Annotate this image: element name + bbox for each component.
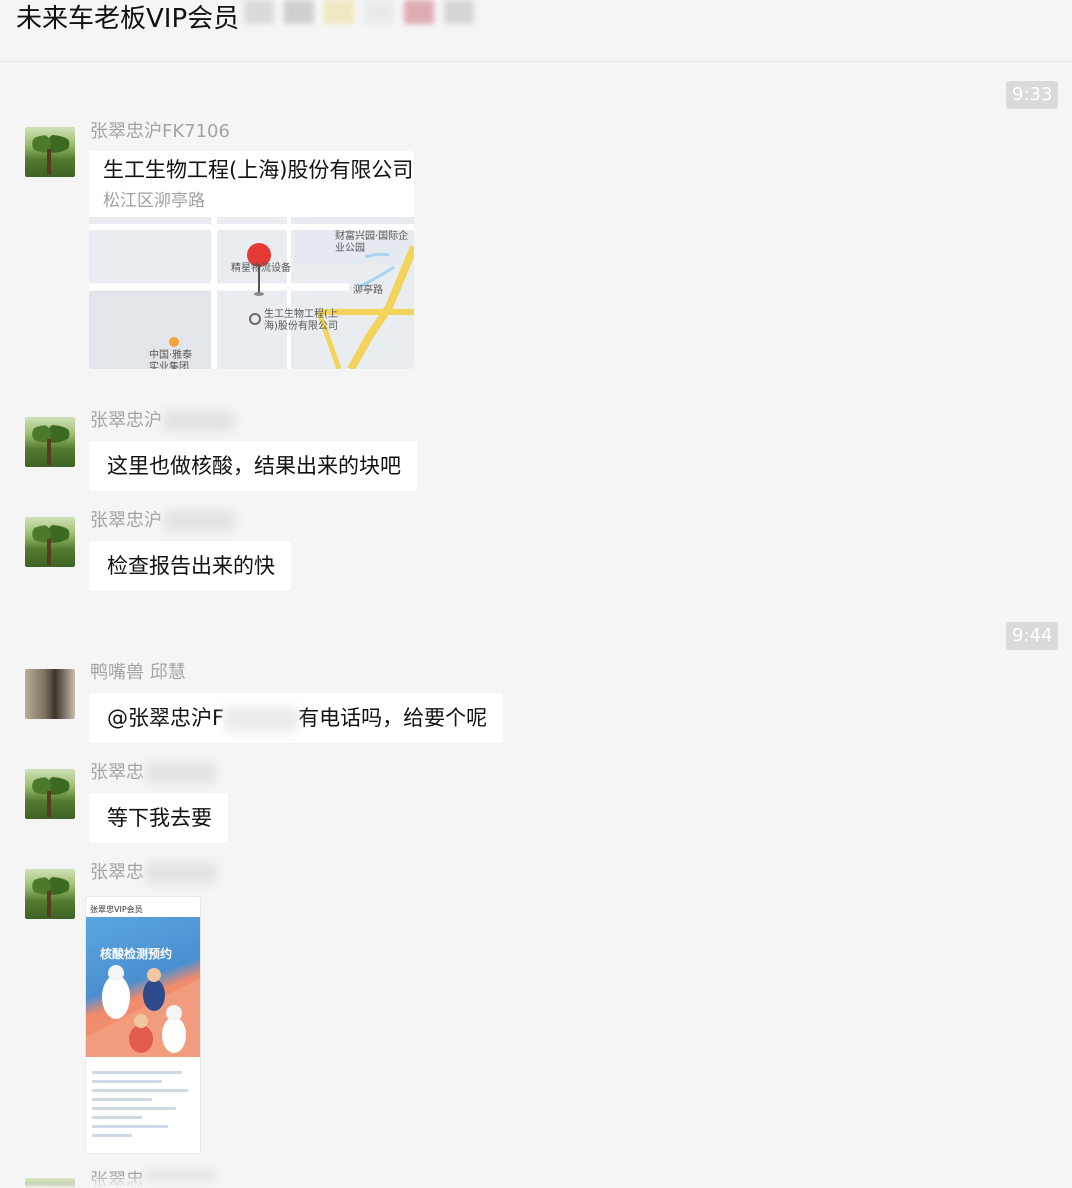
sender-name: 张翠忠沪 bbox=[90, 410, 234, 432]
timestamp: 9:33 bbox=[1006, 81, 1059, 109]
chat-title-bar: 未来车老板VIP会员 bbox=[0, 0, 1072, 62]
avatar[interactable] bbox=[25, 869, 75, 919]
location-map: 财富兴园·国际企业公园 精星物流设备 泖亭路 生工生物工程(上海)股份有限公司 … bbox=[89, 217, 414, 369]
scroll-fade bbox=[0, 1174, 1072, 1188]
location-card[interactable]: 生工生物工程(上海)股份有限公司 松江区泖亭路 财富兴园·国际企业公园 精星物流… bbox=[89, 151, 414, 369]
avatar[interactable] bbox=[25, 669, 75, 719]
message-bubble[interactable]: @张翠忠沪F 有电话吗，给要个呢 bbox=[89, 693, 504, 743]
message-bubble[interactable]: 等下我去要 bbox=[89, 793, 228, 843]
map-label: 财富兴园·国际企业公园 bbox=[335, 231, 409, 254]
message-text: 有电话吗，给要个呢 bbox=[298, 706, 488, 730]
image-banner: 核酸检测预约 bbox=[86, 917, 200, 1057]
avatar[interactable] bbox=[25, 769, 75, 819]
map-label: 中国·雅泰实业集团 bbox=[149, 350, 193, 369]
sender-name: 鸭嘴兽 邱慧 bbox=[90, 662, 186, 683]
location-title: 生工生物工程(上海)股份有限公司 bbox=[103, 158, 414, 182]
image-header-text: 张翠忠VIP会员 bbox=[90, 905, 143, 914]
mention-text: @张翠忠沪F bbox=[107, 706, 225, 730]
redaction bbox=[224, 706, 299, 732]
sender-name: 张翠忠沪 bbox=[90, 510, 234, 532]
image-message[interactable]: 张翠忠VIP会员 核酸检测预约 bbox=[85, 896, 201, 1154]
redaction bbox=[164, 411, 234, 431]
message-bubble[interactable]: 这里也做核酸，结果出来的块吧 bbox=[89, 441, 417, 491]
chat-title: 未来车老板VIP会员 bbox=[16, 4, 240, 34]
avatar[interactable] bbox=[25, 517, 75, 567]
banner-illustration bbox=[86, 965, 200, 1057]
image-form bbox=[92, 1065, 196, 1143]
avatar[interactable] bbox=[25, 127, 75, 177]
redaction bbox=[146, 863, 216, 883]
sender-name: 张翠忠 bbox=[90, 762, 216, 784]
title-redaction bbox=[244, 0, 484, 26]
timestamp: 9:44 bbox=[1006, 622, 1059, 650]
redaction bbox=[146, 763, 216, 783]
avatar[interactable] bbox=[25, 417, 75, 467]
message-bubble[interactable]: 检查报告出来的快 bbox=[89, 541, 291, 591]
map-label: 精星物流设备 bbox=[231, 263, 291, 274]
redaction bbox=[164, 511, 234, 531]
location-address: 松江区泖亭路 bbox=[103, 191, 205, 211]
map-label: 泖亭路 bbox=[353, 285, 383, 296]
sender-name: 张翠忠 bbox=[90, 862, 216, 884]
sender-name: 张翠忠沪FK7106 bbox=[90, 121, 230, 142]
map-label: 生工生物工程(上海)股份有限公司 bbox=[264, 309, 338, 332]
